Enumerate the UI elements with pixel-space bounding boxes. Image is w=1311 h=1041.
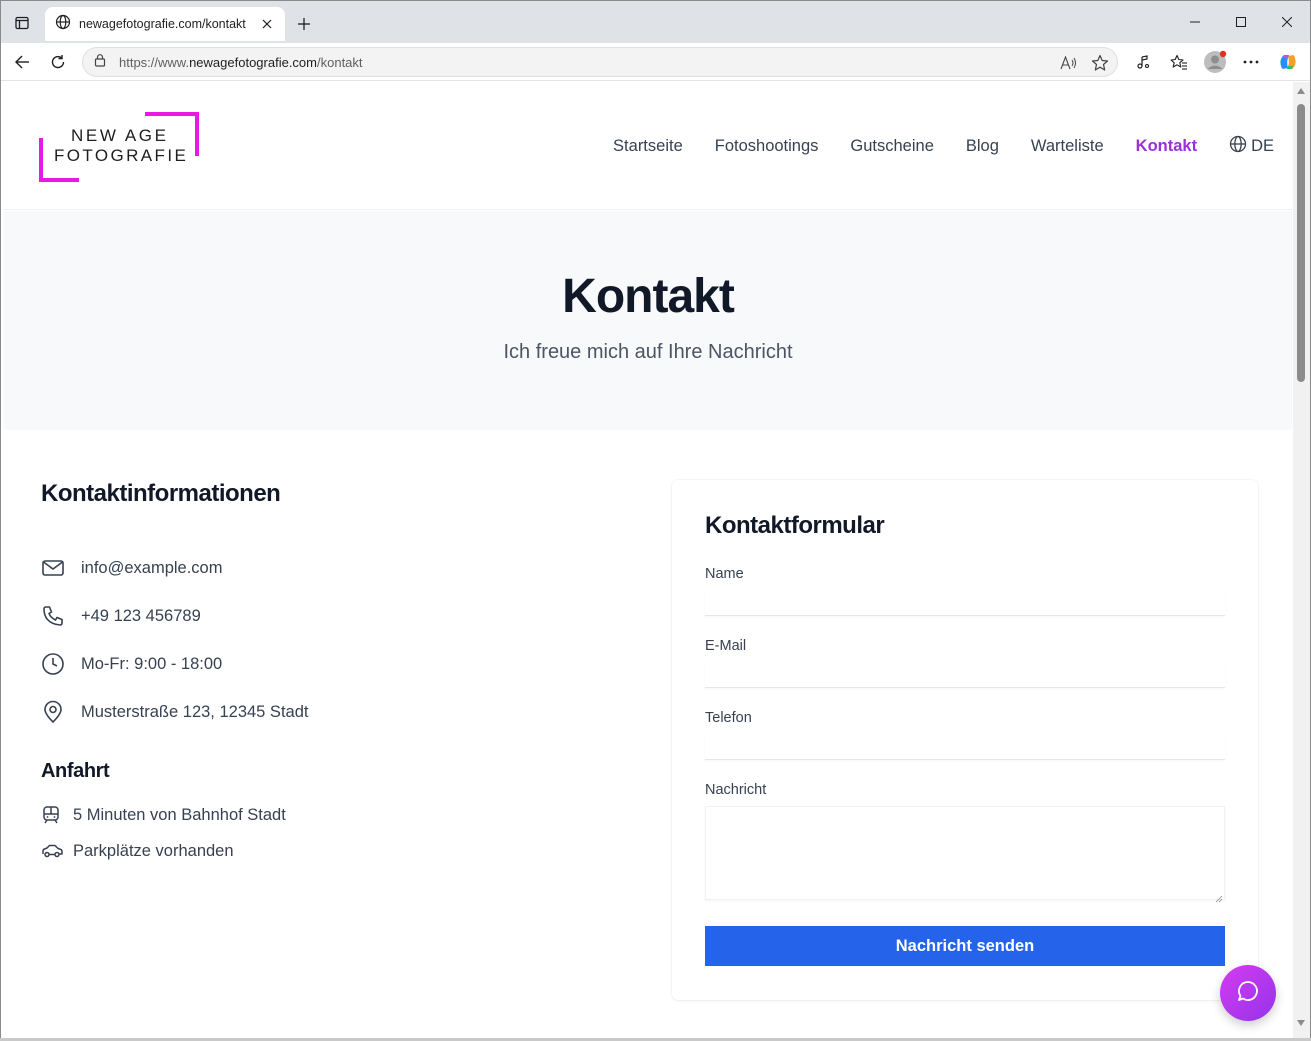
name-field: Name — [705, 566, 1225, 616]
new-tab-icon[interactable] — [291, 11, 317, 37]
tab-title: newagefotografie.com/kontakt — [79, 17, 246, 31]
nav-gutscheine[interactable]: Gutscheine — [850, 137, 933, 156]
nav-fotoshootings[interactable]: Fotoshootings — [715, 137, 819, 156]
media-icon[interactable] — [1128, 47, 1158, 77]
browser-tab[interactable]: newagefotografie.com/kontakt — [45, 7, 285, 41]
email-label: E-Mail — [705, 638, 747, 654]
arrival-heading: Anfahrt — [41, 760, 110, 782]
mail-icon — [41, 556, 69, 580]
globe-icon — [1229, 135, 1251, 158]
url-text: https://www.newagefotografie.com/kontakt — [119, 55, 363, 70]
contact-info-list: info@example.com +49 123 456789 Mo-Fr: 9… — [41, 544, 601, 736]
copilot-icon[interactable] — [1273, 47, 1303, 77]
contact-form-card: Kontaktformular Name E-Mail Telefon Nach… — [672, 480, 1258, 1000]
contact-phone: +49 123 456789 — [41, 592, 601, 640]
arrival-train: 5 Minuten von Bahnhof Stadt — [41, 797, 601, 833]
message-field: Nachricht — [705, 782, 1225, 905]
close-window-icon[interactable] — [1264, 7, 1310, 37]
url-path: /kontakt — [317, 54, 363, 70]
page-viewport: NEW AGE FOTOGRAFIE Startseite Fotoshooti… — [4, 82, 1292, 1039]
arrival-parking: Parkplätze vorhanden — [41, 833, 601, 869]
browser-toolbar: https://www.newagefotografie.com/kontakt — [1, 43, 1310, 81]
contact-email: info@example.com — [41, 544, 601, 592]
globe-icon — [55, 14, 71, 35]
favorite-star-icon[interactable] — [1089, 52, 1111, 74]
site-logo[interactable]: NEW AGE FOTOGRAFIE — [39, 112, 199, 182]
phone-field: Telefon — [705, 710, 1225, 760]
contact-address: Musterstraße 123, 12345 Stadt — [41, 688, 601, 736]
tab-actions-icon[interactable] — [9, 11, 35, 35]
clock-icon — [41, 652, 69, 676]
favorites-icon[interactable] — [1164, 47, 1194, 77]
contact-form-heading: Kontaktformular — [705, 512, 885, 539]
back-icon[interactable] — [7, 47, 37, 77]
nav-startseite[interactable]: Startseite — [613, 137, 683, 156]
email-field: E-Mail — [705, 638, 1225, 688]
minimize-icon[interactable] — [1172, 7, 1218, 37]
arrival-parking-text: Parkplätze vorhanden — [73, 841, 234, 860]
car-icon — [41, 843, 67, 859]
hours-text: Mo-Fr: 9:00 - 18:00 — [81, 654, 223, 673]
resize-grip-icon[interactable] — [1215, 895, 1223, 903]
email-input[interactable] — [705, 662, 1225, 688]
train-icon — [41, 805, 67, 825]
contact-info-section: Kontaktinformationen info@example.com +4… — [41, 480, 601, 869]
message-label: Nachricht — [705, 782, 767, 798]
nav-kontakt[interactable]: Kontakt — [1136, 137, 1197, 156]
hero-section: Kontakt Ich freue mich auf Ihre Nachrich… — [4, 211, 1292, 430]
main-nav: Startseite Fotoshootings Gutscheine Blog… — [581, 135, 1274, 158]
submit-button[interactable]: Nachricht senden — [705, 926, 1225, 966]
contact-hours: Mo-Fr: 9:00 - 18:00 — [41, 640, 601, 688]
email-text[interactable]: info@example.com — [81, 559, 222, 578]
page-scrollbar[interactable] — [1293, 82, 1310, 1039]
name-input[interactable] — [705, 590, 1225, 616]
message-textarea[interactable] — [705, 806, 1225, 900]
arrival-list: 5 Minuten von Bahnhof Stadt Parkplätze v… — [41, 797, 601, 869]
name-label: Name — [705, 566, 744, 582]
logo-line1: NEW AGE — [71, 126, 169, 145]
page-subtitle: Ich freue mich auf Ihre Nachricht — [503, 341, 793, 363]
map-pin-icon — [41, 700, 69, 724]
contact-info-heading: Kontaktinformationen — [41, 480, 281, 507]
arrival-train-text: 5 Minuten von Bahnhof Stadt — [73, 805, 286, 824]
more-options-icon[interactable] — [1236, 47, 1266, 77]
nav-blog[interactable]: Blog — [966, 137, 999, 156]
scroll-thumb[interactable] — [1297, 104, 1305, 382]
scroll-down-icon[interactable] — [1297, 1020, 1305, 1026]
phone-text[interactable]: +49 123 456789 — [81, 607, 201, 626]
phone-input[interactable] — [705, 734, 1225, 760]
logo-line2: FOTOGRAFIE — [54, 146, 189, 165]
site-info-icon[interactable] — [93, 53, 107, 72]
close-tab-icon[interactable] — [257, 14, 277, 34]
phone-icon — [41, 604, 69, 628]
browser-window: newagefotografie.com/kontakt https://www… — [0, 0, 1311, 1041]
address-bar[interactable]: https://www.newagefotografie.com/kontakt — [82, 47, 1118, 77]
reload-icon[interactable] — [43, 47, 73, 77]
profile-avatar-icon[interactable] — [1200, 47, 1230, 77]
language-switcher[interactable]: DE — [1229, 135, 1274, 158]
read-aloud-icon[interactable] — [1058, 52, 1080, 74]
chat-bubble-icon — [1236, 979, 1260, 1008]
phone-label: Telefon — [705, 710, 752, 726]
url-host: newagefotografie.com — [189, 54, 317, 70]
tab-strip: newagefotografie.com/kontakt — [1, 1, 1310, 43]
scroll-up-icon[interactable] — [1297, 88, 1305, 94]
chat-button[interactable] — [1220, 965, 1276, 1021]
maximize-icon[interactable] — [1218, 7, 1264, 37]
address-text: Musterstraße 123, 12345 Stadt — [81, 702, 309, 721]
site-header: NEW AGE FOTOGRAFIE Startseite Fotoshooti… — [4, 82, 1292, 210]
url-prefix: https://www. — [119, 54, 190, 70]
page-title: Kontakt — [562, 270, 735, 323]
language-label: DE — [1251, 137, 1274, 155]
nav-warteliste[interactable]: Warteliste — [1031, 137, 1104, 156]
